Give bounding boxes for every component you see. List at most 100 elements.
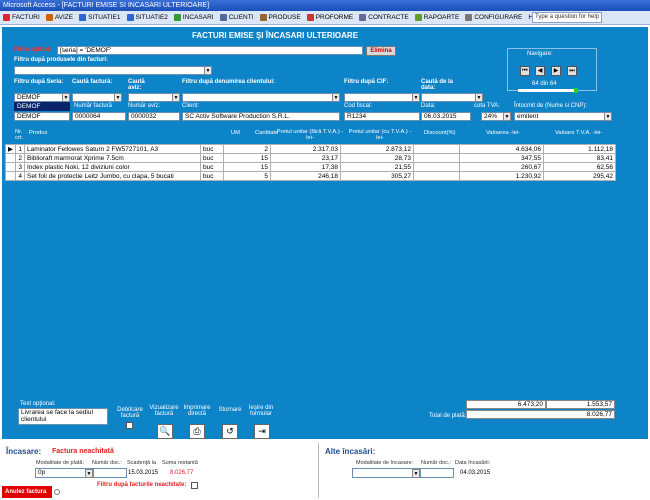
row-price[interactable]: 23,17 — [270, 153, 341, 163]
row-discount[interactable] — [413, 171, 460, 181]
row-selector[interactable]: ▶ — [5, 144, 16, 154]
cif-label: Cod fiscal: — [344, 103, 373, 109]
table-row[interactable]: 2 Biblioraft marmorat Xprime 7.5cm buc 1… — [5, 153, 616, 163]
row-value: 260,67 — [459, 162, 544, 172]
cif-field[interactable]: R1234 — [344, 112, 420, 121]
cancel-invoice-radio[interactable] — [54, 489, 60, 495]
menu-clienti[interactable]: CLIENTI — [217, 14, 257, 21]
chevron-down-icon[interactable]: ▼ — [412, 469, 420, 478]
menu-rapoarte[interactable]: RAPOARTE — [412, 14, 463, 21]
row-product[interactable]: Index plastic Noki, 12 diviziuni color — [24, 162, 201, 172]
help-search-input[interactable]: Type a question for help — [532, 12, 602, 23]
series-dropdown-option[interactable]: DEMOF — [14, 102, 70, 111]
date-filter-input[interactable] — [421, 93, 483, 102]
cancel-invoice-button[interactable]: Anulez factura — [2, 486, 52, 498]
other-method-field[interactable] — [352, 468, 420, 478]
row-vat: 295,42 — [543, 171, 616, 181]
chevron-down-icon[interactable]: ▼ — [172, 93, 180, 102]
menu-configurare[interactable]: CONFIGURARE — [462, 14, 525, 21]
row-price-vat[interactable]: 21,55 — [340, 162, 414, 172]
chevron-down-icon[interactable]: ▼ — [475, 93, 483, 102]
payment-col-remaining: Suma restantă — [162, 460, 198, 466]
row-discount[interactable] — [413, 153, 460, 163]
row-product[interactable]: Biblioraft marmorat Xprime 7.5cm — [24, 153, 201, 163]
client-filter-input[interactable] — [182, 93, 340, 102]
row-selector[interactable] — [5, 162, 16, 172]
other-doc-field[interactable] — [420, 468, 454, 478]
menu-situatie2[interactable]: SITUATIE2 — [124, 14, 171, 21]
print-button[interactable]: ⎙ — [189, 424, 205, 439]
notice-number-field[interactable]: 0000032 — [128, 112, 180, 121]
chevron-down-icon[interactable]: ▼ — [412, 93, 420, 102]
contract-icon — [359, 14, 367, 21]
row-price-vat[interactable]: 28,73 — [340, 153, 414, 163]
chevron-down-icon[interactable]: ▼ — [503, 112, 511, 121]
client-field[interactable]: SC Activ Software Production S.R.L. — [182, 112, 340, 121]
invoice-number-field[interactable]: 0000064 — [72, 112, 126, 121]
row-um[interactable]: buc — [200, 153, 224, 163]
next-record-icon[interactable]: ▶ — [551, 66, 561, 76]
chevron-down-icon[interactable]: ▼ — [114, 93, 122, 102]
payment-doc-field[interactable] — [93, 468, 127, 478]
storno-button[interactable]: ↺ — [222, 424, 238, 439]
cif-filter-label: Filtru după CIF: — [344, 79, 389, 85]
optional-text-field[interactable]: Livrarea se face la sediul clientului — [18, 408, 108, 425]
menu-label: FACTURI — [12, 14, 40, 21]
date-field[interactable]: 06.03.2015 — [421, 112, 471, 121]
proforma-icon — [306, 14, 314, 21]
products-icon — [259, 14, 267, 21]
row-qty[interactable]: 15 — [223, 162, 271, 172]
row-product[interactable]: Set foli de protectie Leitz Jumbo, cu cl… — [24, 171, 201, 181]
cif-filter-input[interactable] — [344, 93, 420, 102]
row-selector[interactable] — [5, 153, 16, 163]
row-price[interactable]: 2.317,03 — [270, 144, 341, 154]
chevron-down-icon[interactable]: ▼ — [62, 93, 70, 102]
issued-by-field[interactable]: emitent — [514, 112, 612, 121]
invoice-series-field[interactable]: DEMOF — [14, 112, 70, 121]
search-invoice-label: Caută factură: — [72, 79, 113, 85]
chevron-down-icon[interactable]: ▼ — [604, 112, 612, 121]
table-row[interactable]: ▶ 1 Laminator Fellowes Saturn 2 FW572710… — [5, 144, 616, 154]
debit-checkbox[interactable] — [126, 422, 133, 429]
row-qty[interactable]: 5 — [223, 171, 271, 181]
menu-situatie1[interactable]: SITUATIE1 — [76, 14, 123, 21]
table-row[interactable]: 4 Set foli de protectie Leitz Jumbo, cu … — [5, 171, 616, 181]
debit-label: Debitcare factură — [117, 407, 143, 419]
grid-empty-area — [5, 184, 615, 396]
row-discount[interactable] — [413, 162, 460, 172]
remove-filter-button[interactable]: Elimina — [366, 46, 396, 56]
record-total: 64 — [550, 81, 557, 87]
col-nr: Nr. crt. — [15, 129, 24, 141]
view-invoice-button[interactable]: 🔍 — [157, 424, 173, 439]
row-qty[interactable]: 2 — [223, 144, 271, 154]
row-um[interactable]: buc — [200, 171, 224, 181]
menu-facturi[interactable]: FACTURI — [0, 14, 43, 21]
first-record-icon[interactable]: ⏮ — [520, 66, 530, 76]
row-price-vat[interactable]: 305,27 — [340, 171, 414, 181]
row-price-vat[interactable]: 2.873,12 — [340, 144, 414, 154]
chevron-down-icon[interactable]: ▼ — [85, 469, 93, 478]
product-filter-input[interactable] — [14, 66, 212, 75]
chevron-down-icon[interactable]: ▼ — [332, 93, 340, 102]
last-record-icon[interactable]: ⏭ — [567, 66, 577, 76]
exit-icon: ⇥ — [258, 426, 266, 436]
row-um[interactable]: buc — [200, 162, 224, 172]
menu-contracte[interactable]: CONTRACTE — [356, 14, 411, 21]
prev-record-icon[interactable]: ◀ — [535, 66, 545, 76]
menu-incasari[interactable]: INCASARI — [171, 14, 217, 21]
table-row[interactable]: 3 Index plastic Noki, 12 diviziuni color… — [5, 162, 616, 172]
row-discount[interactable] — [413, 144, 460, 154]
row-value: 347,55 — [459, 153, 544, 163]
exit-form-button[interactable]: ⇥ — [254, 424, 270, 439]
row-price[interactable]: 17,38 — [270, 162, 341, 172]
chevron-down-icon[interactable]: ▼ — [204, 66, 212, 75]
menu-proforme[interactable]: PROFORME — [304, 14, 357, 21]
row-price[interactable]: 246,18 — [270, 171, 341, 181]
row-selector[interactable] — [5, 171, 16, 181]
row-um[interactable]: buc — [200, 144, 224, 154]
menu-avize[interactable]: AVIZE — [43, 14, 76, 21]
row-product[interactable]: Laminator Fellowes Saturn 2 FW5727101, A… — [24, 144, 201, 154]
menu-produse[interactable]: PRODUSE — [257, 14, 304, 21]
unpaid-filter-checkbox[interactable] — [191, 482, 198, 489]
row-qty[interactable]: 15 — [223, 153, 271, 163]
